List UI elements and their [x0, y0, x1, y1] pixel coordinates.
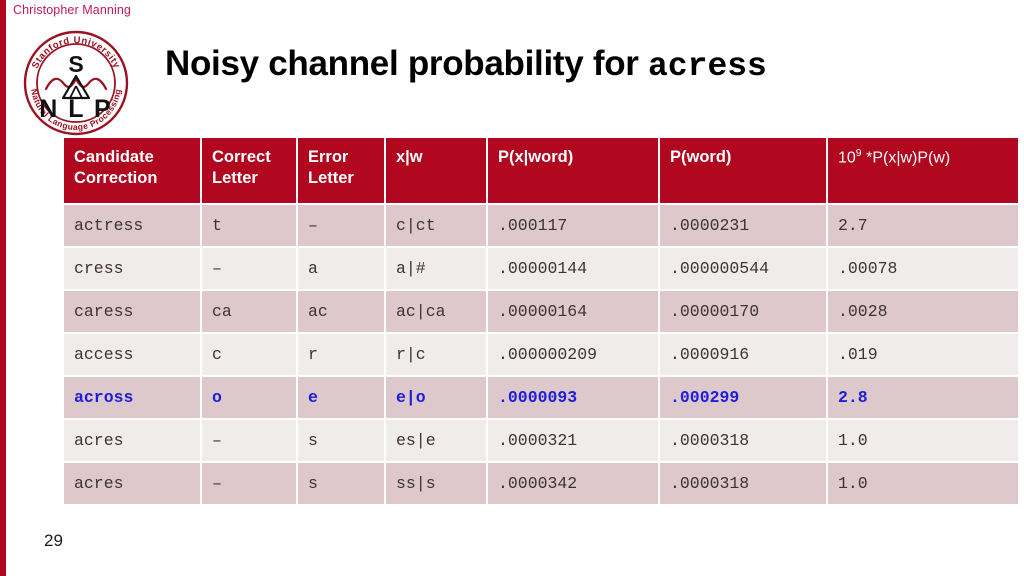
- cell-p-word: .000299: [660, 377, 826, 418]
- slide-canvas: Christopher Manning Stanford University …: [0, 0, 1024, 576]
- title-mono-word: acress: [648, 48, 767, 85]
- cell-scaled-product: .0028: [828, 291, 1018, 332]
- table-row: acres – s ss|s .0000342 .0000318 1.0: [64, 463, 1018, 504]
- table-row-highlighted: across o e e|o .0000093 .000299 2.8: [64, 377, 1018, 418]
- cell-x-given-w: c|ct: [386, 205, 486, 246]
- cell-correct-letter: –: [202, 248, 296, 289]
- cell-x-given-w: ac|ca: [386, 291, 486, 332]
- cell-p-word: .0000318: [660, 420, 826, 461]
- cell-p-word: .00000170: [660, 291, 826, 332]
- cell-x-given-w: es|e: [386, 420, 486, 461]
- table-row: acres – s es|e .0000321 .0000318 1.0: [64, 420, 1018, 461]
- cell-p-word: .0000318: [660, 463, 826, 504]
- slide-page-number: 29: [44, 531, 63, 550]
- col-header-correct-letter: Correct Letter: [202, 138, 296, 203]
- col-header-scaled-product: 109 *P(x|w)P(w): [828, 138, 1018, 203]
- cell-p-x-given-word: .00000164: [488, 291, 658, 332]
- cell-error-letter: r: [298, 334, 384, 375]
- cell-p-word: .000000544: [660, 248, 826, 289]
- cell-correct-letter: –: [202, 420, 296, 461]
- table-row: actress t – c|ct .000117 .0000231 2.7: [64, 205, 1018, 246]
- cell-p-x-given-word: .0000093: [488, 377, 658, 418]
- header-line-1: Error: [308, 148, 349, 166]
- header-suffix: *P(x|w)P(w): [861, 149, 951, 167]
- table-row: access c r r|c .000000209 .0000916 .019: [64, 334, 1018, 375]
- header-line-1: Correct: [212, 148, 271, 166]
- col-header-p-x-given-word: P(x|word): [488, 138, 658, 203]
- header-line-1: Candidate: [74, 148, 154, 166]
- cell-correct-letter: o: [202, 377, 296, 418]
- cell-candidate: caress: [64, 291, 200, 332]
- svg-text:S: S: [68, 51, 83, 77]
- cell-x-given-w: r|c: [386, 334, 486, 375]
- cell-error-letter: a: [298, 248, 384, 289]
- cell-correct-letter: t: [202, 205, 296, 246]
- cell-x-given-w: ss|s: [386, 463, 486, 504]
- table-header-row: Candidate Correction Correct Letter Erro…: [64, 138, 1018, 203]
- header-base: 10: [838, 149, 856, 167]
- header-line-2: Correction: [74, 169, 158, 188]
- title-text: Noisy channel probability for: [165, 44, 649, 83]
- cell-p-x-given-word: .0000321: [488, 420, 658, 461]
- table-row: cress – a a|# .00000144 .000000544 .0007…: [64, 248, 1018, 289]
- cell-correct-letter: c: [202, 334, 296, 375]
- svg-text:N L P: N L P: [39, 95, 112, 123]
- col-header-x-given-w: x|w: [386, 138, 486, 203]
- cell-candidate: across: [64, 377, 200, 418]
- cell-x-given-w: e|o: [386, 377, 486, 418]
- noisy-channel-table-wrap: Candidate Correction Correct Letter Erro…: [62, 136, 1018, 506]
- cell-scaled-product: 2.7: [828, 205, 1018, 246]
- cell-scaled-product: 2.8: [828, 377, 1018, 418]
- cell-scaled-product: .019: [828, 334, 1018, 375]
- cell-error-letter: –: [298, 205, 384, 246]
- cell-scaled-product: 1.0: [828, 420, 1018, 461]
- cell-candidate: cress: [64, 248, 200, 289]
- cell-p-word: .0000916: [660, 334, 826, 375]
- cell-error-letter: ac: [298, 291, 384, 332]
- cell-candidate: acres: [64, 463, 200, 504]
- cell-p-x-given-word: .00000144: [488, 248, 658, 289]
- left-accent-bar: [0, 0, 6, 576]
- cell-correct-letter: –: [202, 463, 296, 504]
- col-header-p-word: P(word): [660, 138, 826, 203]
- cell-correct-letter: ca: [202, 291, 296, 332]
- col-header-error-letter: Error Letter: [298, 138, 384, 203]
- stanford-nlp-logo-icon: Stanford University Natural Language Pro…: [20, 28, 132, 138]
- cell-p-x-given-word: .000000209: [488, 334, 658, 375]
- author-name: Christopher Manning: [13, 3, 131, 17]
- cell-candidate: acres: [64, 420, 200, 461]
- cell-error-letter: e: [298, 377, 384, 418]
- cell-p-x-given-word: .0000342: [488, 463, 658, 504]
- cell-error-letter: s: [298, 463, 384, 504]
- cell-error-letter: s: [298, 420, 384, 461]
- cell-x-given-w: a|#: [386, 248, 486, 289]
- col-header-candidate-correction: Candidate Correction: [64, 138, 200, 203]
- cell-scaled-product: 1.0: [828, 463, 1018, 504]
- page-title: Noisy channel probability for acress: [165, 44, 767, 85]
- cell-p-word: .0000231: [660, 205, 826, 246]
- cell-candidate: actress: [64, 205, 200, 246]
- cell-scaled-product: .00078: [828, 248, 1018, 289]
- cell-candidate: access: [64, 334, 200, 375]
- cell-p-x-given-word: .000117: [488, 205, 658, 246]
- noisy-channel-table: Candidate Correction Correct Letter Erro…: [62, 136, 1020, 506]
- header-line-2: Letter: [212, 169, 258, 188]
- header-line-2: Letter: [308, 169, 354, 188]
- table-row: caress ca ac ac|ca .00000164 .00000170 .…: [64, 291, 1018, 332]
